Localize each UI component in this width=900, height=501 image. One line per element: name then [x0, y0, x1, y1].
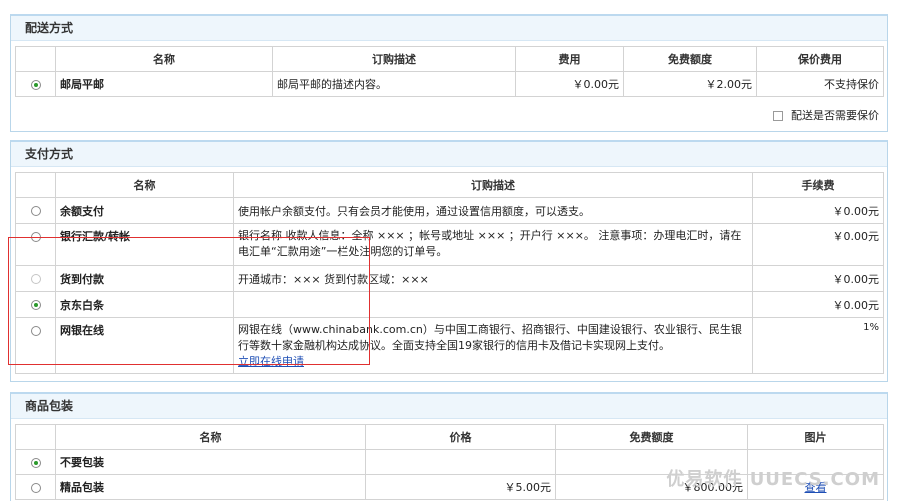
packaging-header-free: 免费额度 — [555, 424, 748, 450]
payment-fee: ￥0.00元 — [752, 265, 884, 292]
payment-fee: ￥0.00元 — [752, 291, 884, 318]
payment-header-name: 名称 — [55, 172, 234, 198]
shipping-radio-0[interactable] — [30, 79, 41, 90]
payment-radio-2[interactable] — [30, 274, 41, 284]
shipping-fee: ￥0.00元 — [515, 71, 624, 97]
shipping-name: 邮局平邮 — [55, 71, 273, 97]
payment-radio-3[interactable] — [30, 300, 41, 310]
table-row: 余额支付 使用帐户余额支付。只有会员才能使用，通过设置信用额度，可以透支。 ￥0… — [15, 197, 884, 224]
shipping-header-insure: 保价费用 — [756, 46, 884, 72]
payment-title: 支付方式 — [11, 142, 887, 167]
packaging-radio-1[interactable] — [30, 482, 41, 493]
packaging-name: 精品包装 — [55, 474, 366, 500]
payment-name: 网银在线 — [55, 317, 234, 374]
insure-option[interactable]: 配送是否需要保价 — [773, 106, 879, 126]
shipping-table: 名称 订购描述 费用 免费额度 保价费用 邮局平邮 邮局平邮的描述内容。 ￥0.… — [15, 46, 884, 97]
shipping-desc: 邮局平邮的描述内容。 — [272, 71, 516, 97]
shipping-free: ￥2.00元 — [623, 71, 757, 97]
payment-fee: ￥0.00元 — [752, 223, 884, 266]
shipping-insure: 不支持保价 — [756, 71, 884, 97]
payment-desc — [233, 291, 753, 318]
table-row: 货到付款 开通城市：××× 货到付款区域：××× ￥0.00元 — [15, 265, 884, 292]
payment-fee: 1% — [752, 317, 884, 374]
payment-name: 余额支付 — [55, 197, 234, 224]
insure-label: 配送是否需要保价 — [791, 109, 879, 122]
payment-desc: 银行名称 收款人信息：全称 ××× ；帐号或地址 ××× ；开户行 ×××。 注… — [233, 223, 753, 266]
payment-table: 名称 订购描述 手续费 余额支付 使用帐户余额支付。只有会员才能使用，通过设置信… — [15, 172, 884, 374]
payment-fee: ￥0.00元 — [752, 197, 884, 224]
table-row: 银行汇款/转帐 银行名称 收款人信息：全称 ××× ；帐号或地址 ××× ；开户… — [15, 223, 884, 266]
payment-desc: 网银在线（www.chinabank.com.cn）与中国工商银行、招商银行、中… — [238, 323, 742, 352]
packaging-name: 不要包装 — [55, 449, 366, 475]
packaging-price — [365, 449, 556, 475]
packaging-header-name: 名称 — [55, 424, 366, 450]
watermark: 优易软件 UUECS.COM — [666, 469, 880, 490]
table-row: 京东白条 ￥0.00元 — [15, 291, 884, 318]
payment-name: 京东白条 — [55, 291, 234, 318]
shipping-panel: 配送方式 名称 订购描述 费用 免费额度 保价费用 邮局平邮 邮局平邮的描述内容… — [10, 14, 888, 132]
payment-radio-0[interactable] — [30, 206, 41, 216]
shipping-title: 配送方式 — [11, 16, 887, 41]
packaging-header-price: 价格 — [365, 424, 556, 450]
packaging-price: ￥5.00元 — [365, 474, 556, 500]
shipping-header-desc: 订购描述 — [272, 46, 516, 72]
payment-header-desc: 订购描述 — [233, 172, 753, 198]
payment-name: 银行汇款/转帐 — [55, 223, 234, 266]
apply-online-link[interactable]: 立即在线申请 — [238, 355, 304, 368]
payment-name: 货到付款 — [55, 265, 234, 292]
payment-panel: 支付方式 名称 订购描述 手续费 余额支付 使用帐户余额支付。只有会员才能使用，… — [10, 140, 888, 382]
payment-radio-4[interactable] — [30, 326, 41, 336]
insure-checkbox[interactable] — [773, 111, 783, 121]
shipping-header-fee: 费用 — [515, 46, 624, 72]
table-row: 邮局平邮 邮局平邮的描述内容。 ￥0.00元 ￥2.00元 不支持保价 — [15, 71, 884, 97]
shipping-header-free: 免费额度 — [623, 46, 757, 72]
payment-header-fee: 手续费 — [752, 172, 884, 198]
table-row: 网银在线 网银在线（www.chinabank.com.cn）与中国工商银行、招… — [15, 317, 884, 374]
packaging-radio-0[interactable] — [30, 457, 41, 468]
payment-desc-cell: 网银在线（www.chinabank.com.cn）与中国工商银行、招商银行、中… — [233, 317, 753, 374]
payment-desc: 使用帐户余额支付。只有会员才能使用，通过设置信用额度，可以透支。 — [233, 197, 753, 224]
packaging-title: 商品包装 — [11, 394, 887, 419]
payment-radio-1[interactable] — [30, 232, 41, 242]
shipping-header-name: 名称 — [55, 46, 273, 72]
payment-desc: 开通城市：××× 货到付款区域：××× — [233, 265, 753, 292]
packaging-header-img: 图片 — [747, 424, 884, 450]
